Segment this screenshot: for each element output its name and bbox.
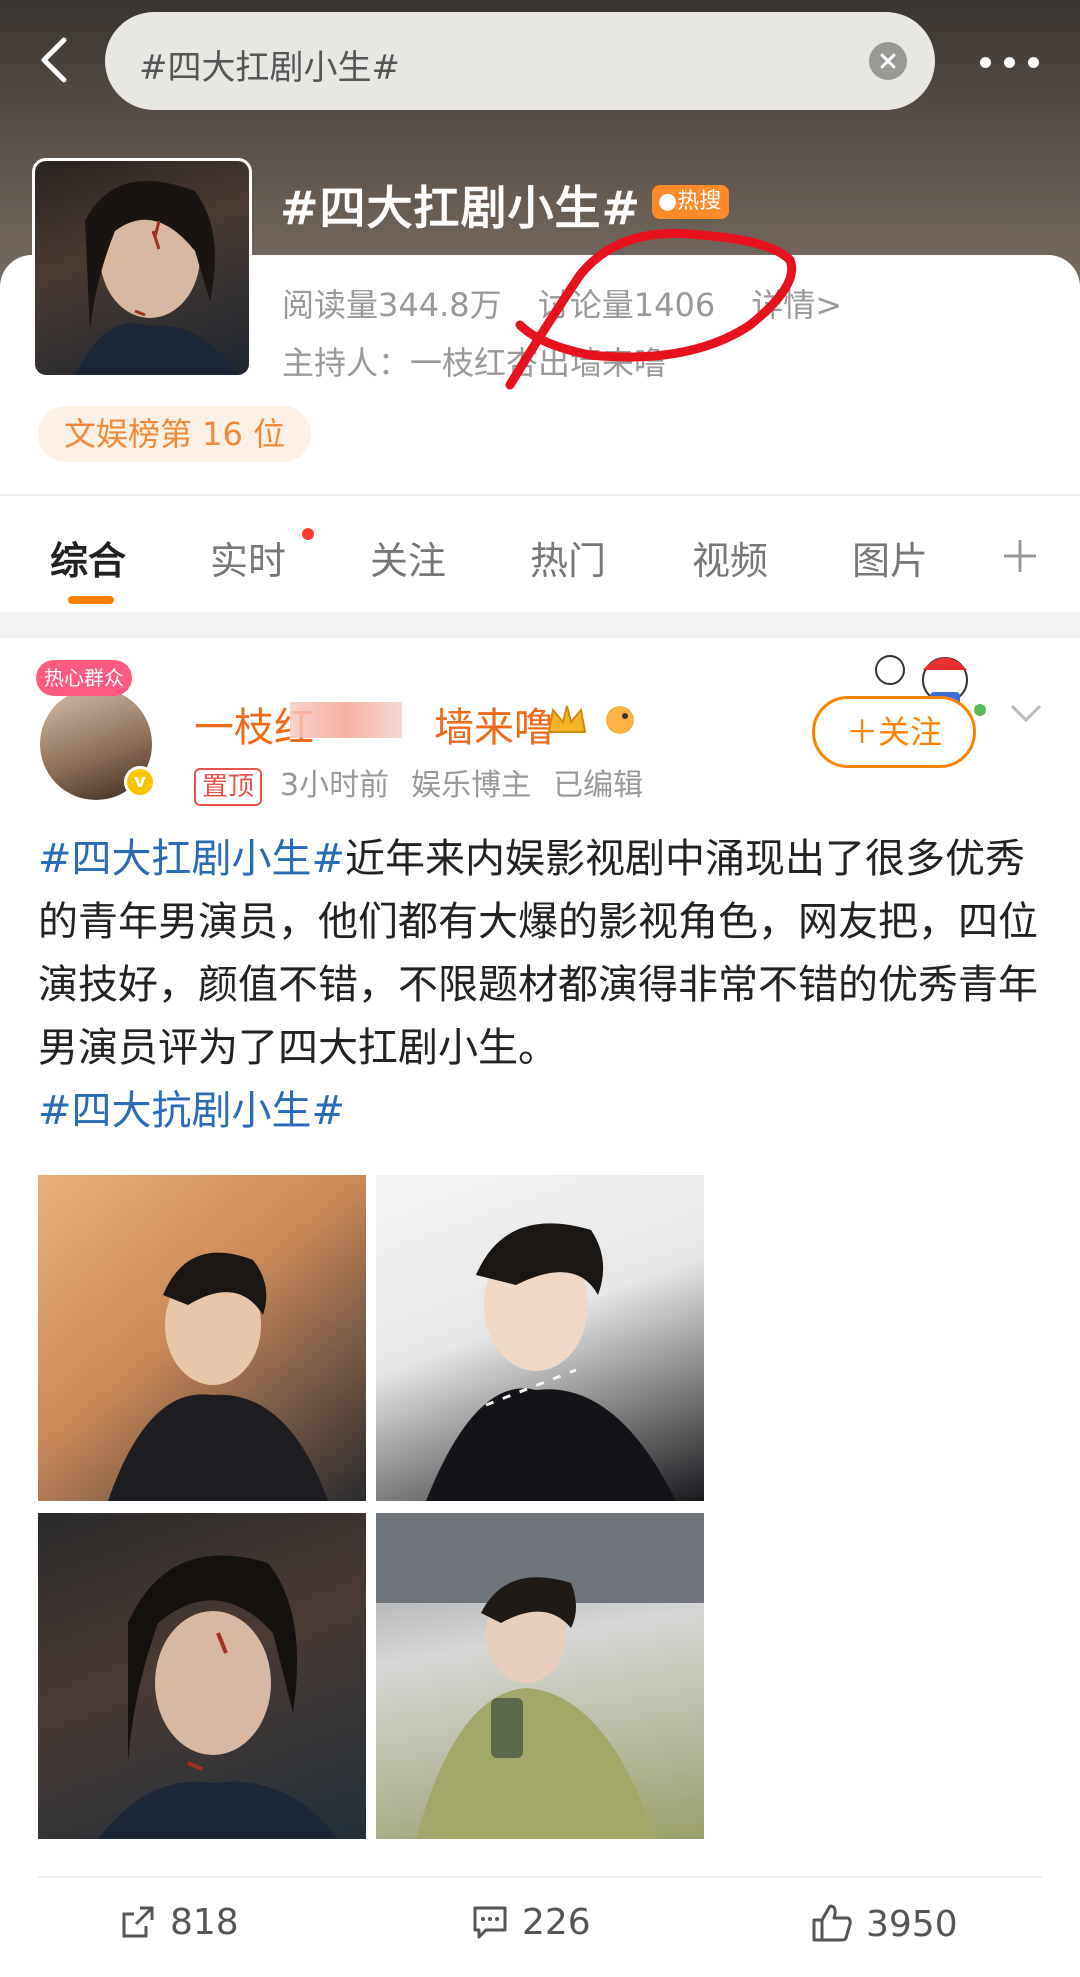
search-query-text: #四大扛剧小生# (139, 48, 400, 88)
fire-icon: ● (658, 189, 678, 214)
red-scribble-annotation (505, 228, 797, 390)
pufferfish-icon (606, 706, 634, 734)
comment-icon (473, 1906, 507, 1939)
tab-realtime[interactable]: 实时 (210, 530, 286, 585)
hot-badge-label: 热搜 (677, 189, 722, 214)
avatar-badge: 热心群众 (36, 660, 132, 696)
tab-following[interactable]: 关注 (370, 530, 446, 585)
author-role: 娱乐博主 (411, 768, 532, 803)
hot-search-badge: ●热搜 (652, 185, 730, 219)
divider (0, 494, 1080, 496)
topic-cover-image[interactable] (32, 158, 252, 378)
read-count: 阅读量344.8万 (282, 286, 502, 324)
crown-icon (547, 705, 587, 733)
portrait-image (75, 181, 235, 375)
portrait-image (98, 1555, 338, 1839)
portrait-image (426, 1223, 676, 1501)
portrait-image (376, 1513, 704, 1839)
pinned-badge: 置顶 (194, 768, 263, 806)
rank-badge[interactable]: 文娱榜第 16 位 (38, 406, 312, 462)
username-end: 墙来噜 (434, 705, 554, 751)
like-count: 3950 (866, 1904, 958, 1945)
tab-hot[interactable]: 热门 (530, 530, 606, 585)
add-tab-icon[interactable] (1000, 536, 1040, 576)
tab-video[interactable]: 视频 (692, 530, 768, 585)
more-icon (980, 57, 991, 68)
edited-label: 已编辑 (553, 768, 644, 803)
repost-button[interactable]: 818 (118, 1902, 239, 1952)
active-tab-indicator (68, 596, 114, 604)
close-icon (880, 53, 896, 69)
follow-button[interactable]: ＋关注 (812, 696, 976, 768)
like-button[interactable]: 3950 (810, 1902, 958, 1952)
comment-count: 226 (522, 1902, 591, 1943)
hashtag-link[interactable]: #四大抗剧小生# (38, 1088, 345, 1134)
section-gap (0, 612, 1080, 638)
comment-button[interactable]: 226 (470, 1902, 591, 1952)
post-image-2[interactable] (376, 1175, 704, 1501)
repost-count: 818 (170, 1902, 239, 1943)
post-image-4[interactable] (376, 1513, 704, 1839)
share-icon (122, 1906, 154, 1938)
back-button[interactable] (28, 30, 88, 90)
back-icon (41, 37, 67, 83)
portrait-image (108, 1252, 328, 1501)
post-image-3[interactable] (38, 1513, 366, 1839)
hashtag-link[interactable]: #四大扛剧小生# (38, 836, 345, 882)
clear-search-button[interactable] (869, 42, 907, 80)
post-meta: 置顶 3小时前 娱乐博主 已编辑 (194, 760, 643, 806)
username-redaction (290, 702, 402, 738)
tab-images[interactable]: 图片 (852, 530, 928, 585)
more-options-button[interactable] (980, 52, 1044, 72)
post-time: 3小时前 (280, 768, 390, 803)
divider (38, 1876, 1042, 1878)
tab-overview[interactable]: 综合 (50, 530, 126, 585)
chevron-down-icon[interactable] (1008, 700, 1044, 726)
search-input[interactable]: #四大扛剧小生# (105, 12, 935, 110)
post-image-1[interactable] (38, 1175, 366, 1501)
thumbs-up-icon (812, 1904, 852, 1942)
post-body: #四大扛剧小生#近年来内娱影视剧中涌现出了很多优秀的青年男演员，他们都有大爆的影… (38, 828, 1048, 1143)
notification-dot (302, 528, 314, 540)
tab-bar: 综合 实时 关注 热门 视频 图片 (0, 500, 1080, 610)
verified-icon: v (124, 766, 156, 798)
